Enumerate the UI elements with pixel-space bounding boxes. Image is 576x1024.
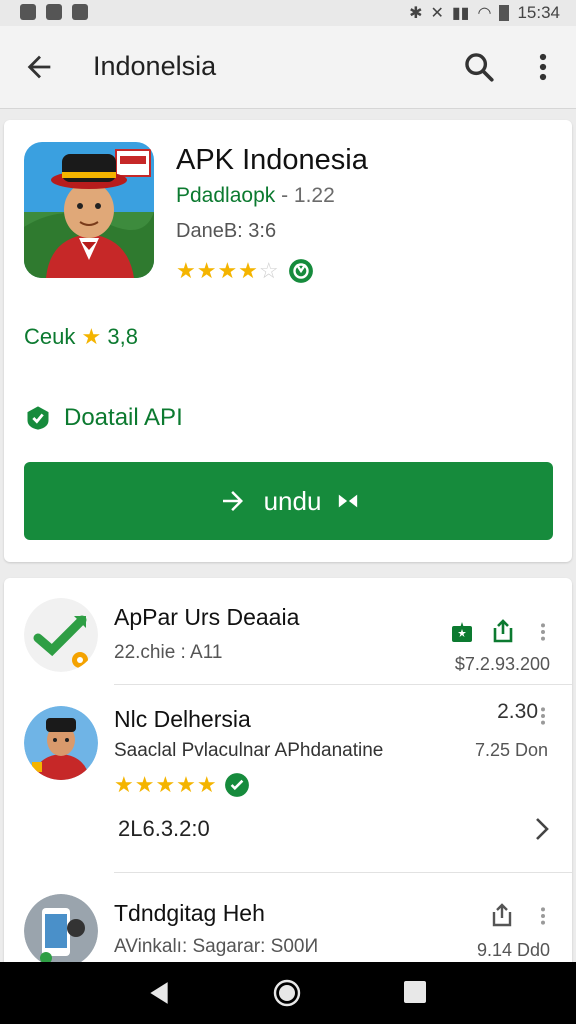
- image-icon: [72, 4, 88, 20]
- star-badge-icon[interactable]: [450, 620, 474, 644]
- list-item[interactable]: Nlc Delhersia Saaclal Pvlaculnar APhdana…: [4, 700, 572, 880]
- arrow-right-icon: [222, 491, 243, 511]
- page-title: Indonelsia: [93, 51, 217, 81]
- bluetooth-icon: ✱: [409, 5, 423, 22]
- more-options-icon[interactable]: [536, 706, 550, 726]
- rating-value: 3,8: [107, 324, 138, 349]
- detail-link[interactable]: Doatail API: [24, 404, 183, 432]
- signal-icon: ▮▮: [451, 5, 470, 22]
- list-item-size: 7.25 Don: [474, 740, 548, 760]
- bowtie-icon: [339, 494, 358, 508]
- app-icon: [24, 598, 98, 672]
- verified-badge-icon: [288, 259, 313, 283]
- verified-badge-icon: [224, 773, 249, 797]
- list-item-subtitle: AVinkalı: Sagarar: S00И: [114, 936, 319, 957]
- list-item-size: 9.14 Dd0: [476, 940, 550, 960]
- list-item-price: $7.2.93.200: [454, 654, 550, 674]
- app-title: APK Indonesia: [176, 144, 368, 176]
- star-icon: ★: [81, 324, 102, 349]
- app-date: DaneB: 3:6: [176, 220, 277, 242]
- related-apps-list: ApPar Urs Deaaia 22.chie : A11 $7.2.93.2…: [4, 578, 572, 978]
- nav-recents-icon[interactable]: [404, 981, 426, 1003]
- app-detail-card: APK Indonesia Pdadlaopk - 1.22 DaneB: 3:…: [4, 120, 572, 562]
- list-item-subtitle: 22.chie : A11: [114, 642, 223, 663]
- list-item-subtitle: Saaclal Pvlaculnar APhdanatine: [114, 740, 383, 762]
- message-icon: [46, 4, 62, 20]
- app-icon: [24, 142, 154, 278]
- divider: [114, 872, 572, 873]
- list-item[interactable]: ApPar Urs Deaaia 22.chie : A11 $7.2.93.2…: [4, 594, 572, 686]
- install-button[interactable]: undu: [24, 462, 553, 540]
- rating-label: Ceuk: [24, 324, 76, 349]
- app-icon: [24, 706, 98, 780]
- back-arrow-icon[interactable]: [22, 50, 56, 84]
- star-rating: ★★★★☆: [176, 258, 280, 283]
- list-item-extra: 2L6.3.2:0: [118, 816, 210, 841]
- developer-line: Pdadlaopk - 1.22: [176, 184, 335, 208]
- star-rating: ★★★★★: [114, 772, 218, 797]
- list-item-title: Tdndgitag Heh: [114, 900, 265, 926]
- share-icon[interactable]: [490, 902, 514, 928]
- app-version: - 1.22: [281, 184, 335, 207]
- list-item-count: 2.30: [497, 700, 538, 723]
- mute-icon: ✕: [430, 5, 444, 22]
- list-item-title: ApPar Urs Deaaia: [114, 604, 300, 630]
- status-time: 15:34: [517, 3, 560, 22]
- chevron-right-icon[interactable]: [534, 816, 550, 842]
- status-bar: ✱ ✕ ▮▮ ◠ 15:34: [0, 0, 576, 26]
- search-icon[interactable]: [462, 50, 496, 84]
- rating-summary: Ceuk ★ 3,8: [24, 324, 138, 350]
- toolbar: Indonelsia: [0, 26, 576, 109]
- list-item-rating: ★★★★★: [114, 772, 250, 798]
- wifi-icon: ◠: [477, 5, 492, 22]
- app-rating-stars: ★★★★☆: [176, 258, 314, 284]
- gallery-icon: [20, 4, 36, 20]
- more-options-icon[interactable]: [536, 622, 550, 642]
- app-icon: [24, 894, 98, 968]
- divider: [114, 684, 572, 685]
- detail-label: Doatail API: [64, 404, 183, 431]
- install-label: undu: [263, 485, 322, 516]
- more-options-icon[interactable]: [536, 906, 550, 926]
- nav-back-icon[interactable]: [146, 980, 172, 1006]
- list-item-subtitle-text: Saaclal Pvlaculnar APhdanatine: [114, 740, 384, 761]
- list-item-title: Nlc Delhersia: [114, 706, 251, 732]
- developer-link[interactable]: Pdadlaopk: [176, 184, 275, 207]
- notification-icons: [20, 4, 88, 20]
- battery-icon: [499, 5, 510, 21]
- nav-home-icon[interactable]: [273, 979, 301, 1007]
- share-icon[interactable]: [491, 618, 515, 644]
- navigation-bar: [0, 962, 576, 1024]
- more-options-icon[interactable]: [530, 52, 556, 82]
- shield-icon: [27, 406, 49, 430]
